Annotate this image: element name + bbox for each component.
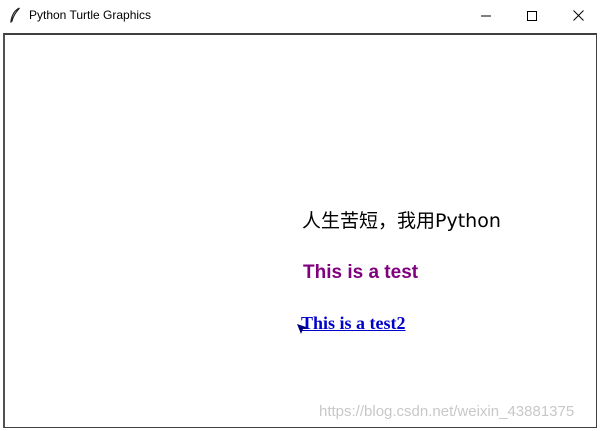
turtle-arrow-icon (296, 320, 310, 334)
close-icon (572, 6, 584, 25)
maximize-button[interactable] (509, 0, 555, 30)
blue-test2-text: This is a test2 (301, 313, 406, 333)
feather-icon[interactable] (9, 7, 21, 23)
turtle-window: Python Turtle Graphics 人生苦短，我用Python Thi… (0, 0, 601, 431)
close-button[interactable] (555, 0, 601, 30)
minimize-button[interactable] (463, 0, 509, 30)
title-bar[interactable]: Python Turtle Graphics (0, 0, 601, 30)
turtle-canvas[interactable]: 人生苦短，我用Python This is a test This is a t… (3, 33, 597, 428)
chinese-text: 人生苦短，我用Python (302, 210, 501, 232)
purple-test-text: This is a test (303, 262, 419, 283)
minimize-icon (481, 6, 491, 25)
window-title: Python Turtle Graphics (29, 8, 152, 22)
watermark-text: https://blog.csdn.net/weixin_43881375 (319, 403, 575, 420)
maximize-icon (527, 6, 537, 25)
